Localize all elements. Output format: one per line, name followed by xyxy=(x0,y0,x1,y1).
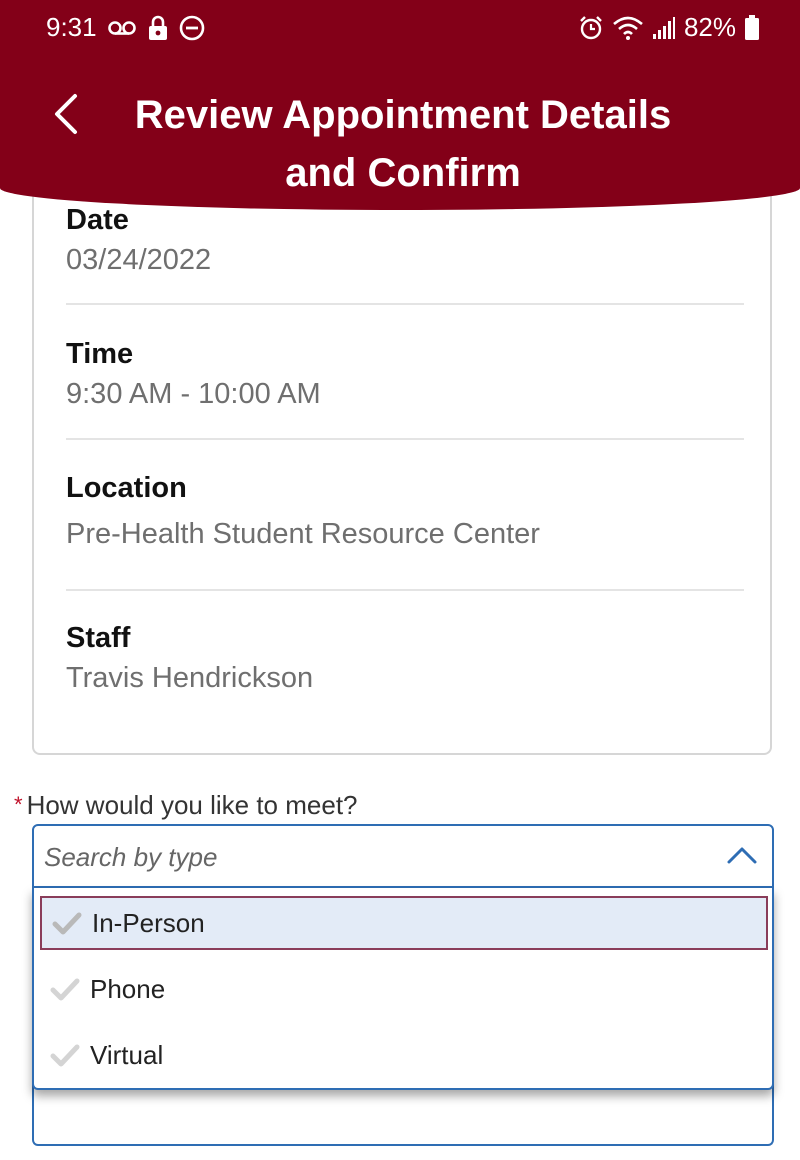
battery-icon xyxy=(744,14,760,41)
status-time: 9:31 xyxy=(46,12,97,42)
divider xyxy=(66,438,744,440)
option-virtual[interactable]: Virtual xyxy=(40,1028,768,1082)
status-right: 82% xyxy=(578,12,760,43)
detail-label: Staff xyxy=(66,622,131,654)
detail-value: Pre-Health Student Resource Center xyxy=(66,518,540,550)
chevron-left-icon xyxy=(51,92,81,141)
page-title: Review Appointment Details and Confirm xyxy=(134,93,672,195)
option-label: In-Person xyxy=(92,907,205,938)
check-icon xyxy=(50,977,84,1001)
signal-icon xyxy=(652,16,676,40)
detail-staff: Staff Travis Hendrickson xyxy=(66,620,744,696)
meeting-type-select[interactable] xyxy=(32,824,774,888)
do-not-disturb-icon xyxy=(179,15,205,41)
meeting-type-label: * How would you like to meet? xyxy=(14,790,358,821)
detail-label: Time xyxy=(66,338,134,370)
meeting-type-dropdown: In-Person Phone Virtual xyxy=(32,888,774,1090)
alarm-icon xyxy=(578,15,604,41)
appointment-details-card: Date 03/24/2022 Time 9:30 AM - 10:00 AM … xyxy=(32,150,772,755)
meeting-type-label-text: How would you like to meet? xyxy=(26,790,358,820)
divider xyxy=(66,303,744,305)
detail-date: Date 03/24/2022 xyxy=(66,202,744,278)
detail-value: 9:30 AM - 10:00 AM xyxy=(66,378,321,410)
status-bar: 9:31 82% xyxy=(0,0,800,56)
detail-label: Location xyxy=(66,472,187,504)
battery-percent: 82% xyxy=(683,12,736,42)
status-left: 9:31 xyxy=(46,12,205,43)
chevron-up-icon[interactable] xyxy=(726,844,758,871)
required-indicator: * xyxy=(14,792,23,817)
option-phone[interactable]: Phone xyxy=(40,962,768,1016)
meeting-type-search-input[interactable] xyxy=(42,836,686,878)
back-button[interactable] xyxy=(36,88,96,144)
check-icon xyxy=(52,911,86,935)
detail-time: Time 9:30 AM - 10:00 AM xyxy=(66,336,744,412)
option-label: Virtual xyxy=(90,1039,164,1070)
lock-icon xyxy=(147,14,169,42)
voicemail-icon xyxy=(107,18,137,38)
wifi-icon xyxy=(612,15,644,41)
option-in-person[interactable]: In-Person xyxy=(40,896,768,950)
option-label: Phone xyxy=(90,973,166,1004)
detail-value: 03/24/2022 xyxy=(66,244,212,276)
app-header: 9:31 82% Review Appointment Details and … xyxy=(0,0,800,210)
divider xyxy=(66,589,744,591)
check-icon xyxy=(50,1043,84,1067)
detail-value: Travis Hendrickson xyxy=(66,662,314,694)
detail-location: Location Pre-Health Student Resource Cen… xyxy=(66,470,744,552)
